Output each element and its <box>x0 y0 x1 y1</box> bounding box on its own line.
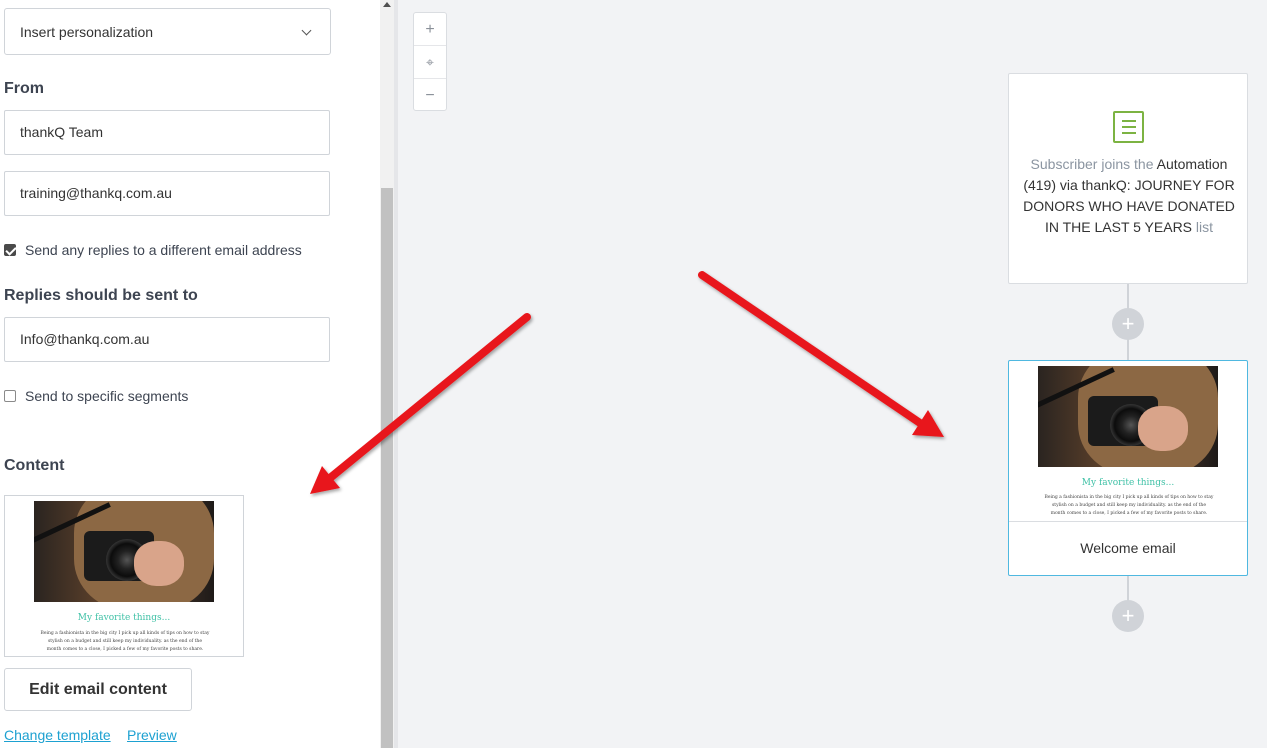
arrow-to-email-card-icon <box>698 271 944 437</box>
email-card-headline: My favorite things... <box>1081 478 1175 488</box>
email-card-body: Being a fashionista in the big city I pi… <box>1044 495 1214 516</box>
specific-segments-checkbox[interactable] <box>4 390 16 402</box>
specific-segments-row[interactable]: Send to specific segments <box>4 388 188 404</box>
reply-to-different-row[interactable]: Send any replies to a different email ad… <box>4 242 302 258</box>
edit-email-content-button[interactable]: Edit email content <box>4 668 192 711</box>
trigger-card[interactable]: Subscriber joins the Automation (419) vi… <box>1008 73 1248 284</box>
add-step-button[interactable]: + <box>1112 600 1144 632</box>
replies-heading: Replies should be sent to <box>4 287 198 304</box>
thumbnail-body: Being a fashionista in the big city I pi… <box>40 631 210 652</box>
zoom-out-button[interactable]: − <box>414 79 446 112</box>
content-heading: Content <box>4 457 65 474</box>
from-name-field[interactable]: thankQ Team <box>4 110 330 155</box>
email-card-title: Welcome email <box>1080 540 1176 556</box>
center-view-button[interactable]: ⌖ <box>414 46 446 79</box>
panel-divider <box>394 0 398 748</box>
change-template-link[interactable]: Change template <box>4 727 111 743</box>
insert-personalization-label: Insert personalization <box>20 23 154 40</box>
trigger-suffix: list <box>1195 219 1214 235</box>
from-heading: From <box>4 80 44 97</box>
reply-to-different-checkbox[interactable] <box>4 244 16 256</box>
camera-photo <box>1038 366 1218 467</box>
thumbnail-headline: My favorite things... <box>77 613 171 623</box>
camera-photo <box>34 501 214 602</box>
zoom-controls: + ⌖ − <box>413 12 447 111</box>
reply-email-field[interactable]: Info@thankq.com.au <box>4 317 330 362</box>
email-settings-panel: Insert personalization From thankQ Team … <box>0 0 380 748</box>
welcome-email-card[interactable]: My favorite things... Being a fashionist… <box>1008 360 1248 576</box>
chevron-down-icon <box>301 25 312 36</box>
list-icon <box>1113 111 1144 143</box>
trigger-description: Subscriber joins the Automation (419) vi… <box>1019 154 1239 238</box>
insert-personalization-select[interactable]: Insert personalization <box>4 8 331 55</box>
zoom-in-button[interactable]: + <box>414 13 446 46</box>
trigger-prefix: Subscriber joins the <box>1030 156 1154 172</box>
add-step-button[interactable]: + <box>1112 308 1144 340</box>
scroll-up-arrow-icon[interactable] <box>383 2 391 7</box>
email-content-thumbnail[interactable]: My favorite things... Being a fashionist… <box>4 495 244 657</box>
reply-to-different-label: Send any replies to a different email ad… <box>25 242 302 258</box>
panel-scrollbar-thumb[interactable] <box>381 188 393 748</box>
from-email-field[interactable]: training@thankq.com.au <box>4 171 330 216</box>
specific-segments-label: Send to specific segments <box>25 388 189 404</box>
preview-link[interactable]: Preview <box>127 727 177 743</box>
